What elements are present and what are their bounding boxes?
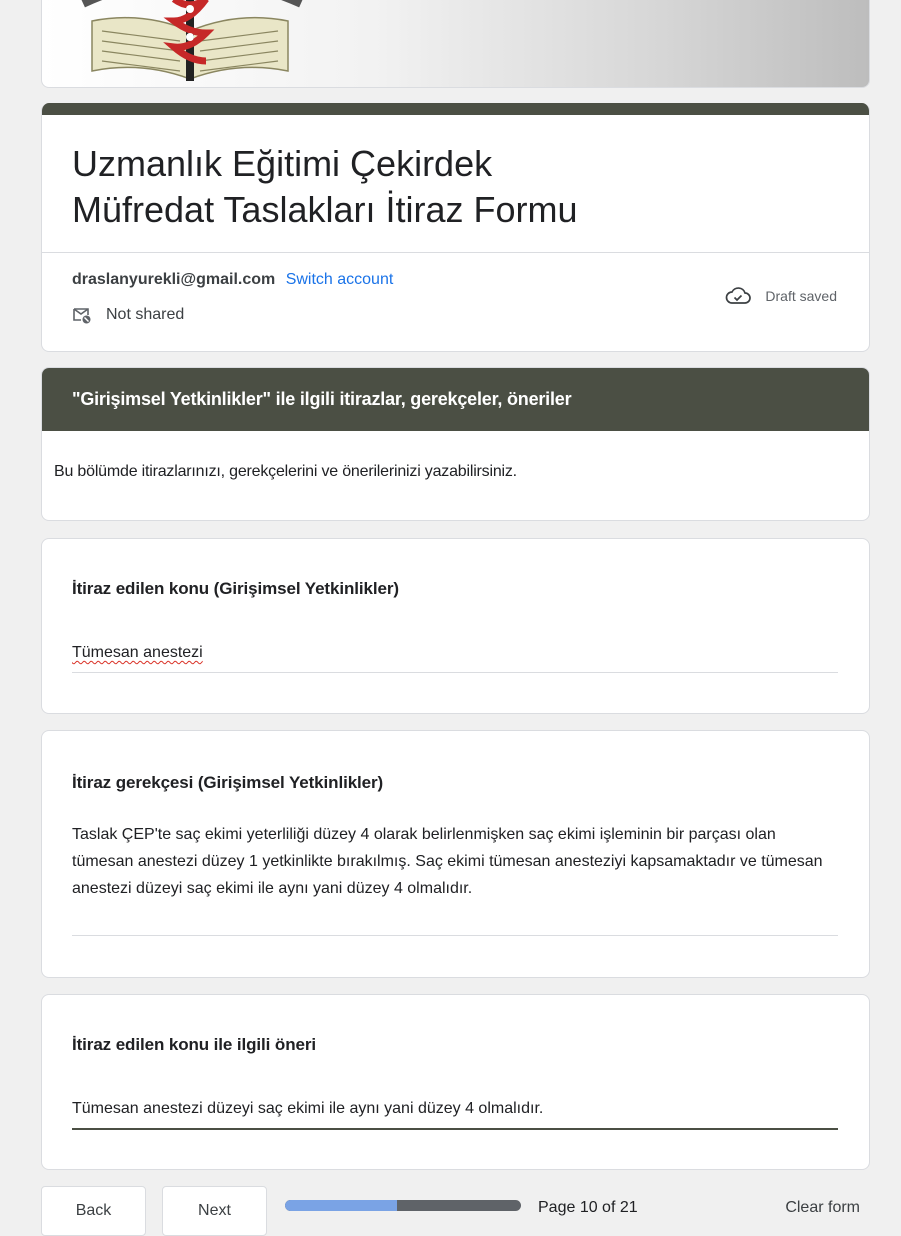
- progress-bar: [285, 1200, 521, 1211]
- caduceus-book-logo: [81, 0, 303, 81]
- section-header: "Girişimsel Yetkinlikler" ile ilgili iti…: [42, 368, 869, 431]
- form-title-line-2: Müfredat Taslakları İtiraz Formu: [72, 189, 578, 230]
- answer-text: Tümesan anestezi: [72, 644, 203, 661]
- form-title-line-1: Uzmanlık Eğitimi Çekirdek: [72, 143, 493, 184]
- page-indicator: Page 10 of 21: [538, 1199, 638, 1216]
- form-title-card: Uzmanlık Eğitimi Çekirdek Müfredat Tasla…: [41, 103, 870, 352]
- section-card: "Girişimsel Yetkinlikler" ile ilgili iti…: [41, 367, 870, 521]
- question-card-reason: İtiraz gerekçesi (Girişimsel Yetkinlikle…: [41, 730, 870, 978]
- form-title: Uzmanlık Eğitimi Çekirdek Müfredat Tasla…: [42, 115, 869, 233]
- back-button[interactable]: Back: [41, 1186, 146, 1236]
- theme-top-bar: [42, 103, 869, 115]
- answer-textarea-reason[interactable]: Taslak ÇEP'te saç ekimi yeterliliği düze…: [72, 821, 838, 902]
- question-title: İtiraz edilen konu (Girişimsel Yetkinlik…: [72, 579, 399, 598]
- cloud-check-icon: [726, 287, 752, 304]
- answer-input-suggestion[interactable]: Tümesan anestezi düzeyi saç ekimi ile ay…: [72, 1095, 838, 1122]
- switch-account-link[interactable]: Switch account: [286, 271, 394, 288]
- clear-form-button[interactable]: Clear form: [785, 1199, 860, 1217]
- progress-bar-fill: [285, 1200, 398, 1211]
- question-card-suggestion: İtiraz edilen konu ile ilgili öneri Tüme…: [41, 994, 870, 1170]
- header-banner: [41, 0, 870, 88]
- section-description: Bu bölümde itirazlarınızı, gerekçelerini…: [54, 463, 517, 480]
- not-shared-label: Not shared: [106, 306, 185, 323]
- draft-saved-label: Draft saved: [765, 288, 837, 304]
- mail-not-shared-icon: [73, 308, 91, 324]
- next-button[interactable]: Next: [162, 1186, 267, 1236]
- question-card-subject: İtiraz edilen konu (Girişimsel Yetkinlik…: [41, 538, 870, 714]
- answer-input-subject[interactable]: Tümesan anestezi: [72, 639, 838, 666]
- input-underline: [72, 672, 838, 673]
- not-shared-indicator: Not shared: [72, 306, 184, 324]
- draft-status: Draft saved: [725, 287, 837, 305]
- question-title: İtiraz edilen konu ile ilgili öneri: [72, 1035, 316, 1054]
- title-divider: [42, 252, 869, 253]
- question-title: İtiraz gerekçesi (Girişimsel Yetkinlikle…: [72, 773, 384, 792]
- input-underline: [72, 935, 838, 936]
- input-underline-active: [72, 1128, 838, 1130]
- account-line: draslanyurekli@gmail.com Switch account: [72, 271, 393, 289]
- account-email: draslanyurekli@gmail.com: [72, 271, 276, 288]
